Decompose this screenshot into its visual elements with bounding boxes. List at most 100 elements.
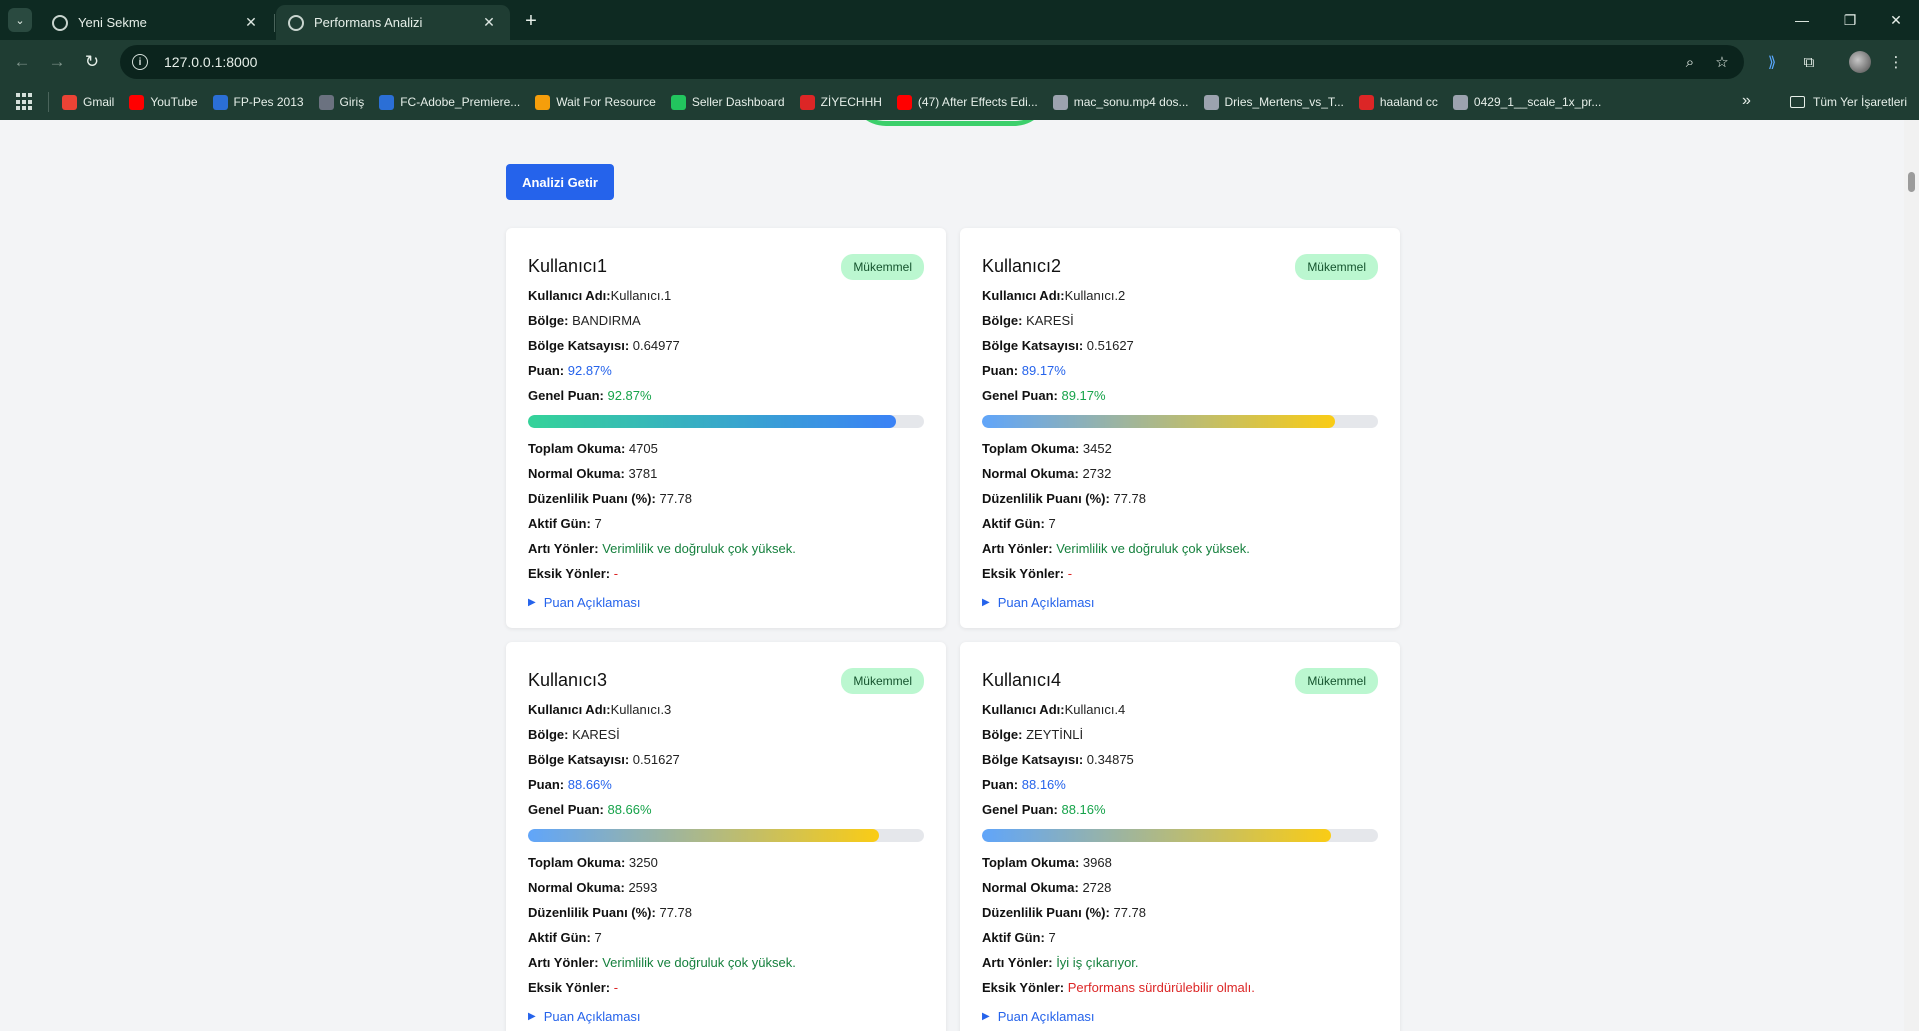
field-label: Toplam Okuma:	[528, 855, 626, 870]
info-row-general-score: Genel Puan: 88.66%	[528, 797, 924, 822]
field-value: 88.66%	[567, 777, 612, 792]
tab-title: Performans Analizi	[314, 15, 423, 30]
close-icon[interactable]: ✕	[242, 14, 260, 32]
page-scrollbar[interactable]	[1904, 120, 1919, 1031]
field-label: Bölge Katsayısı:	[528, 338, 630, 353]
field-label: Eksik Yönler:	[528, 566, 611, 581]
scrollbar-thumb[interactable]	[1908, 172, 1915, 192]
fetch-analysis-button[interactable]: Analizi Getir	[506, 164, 614, 200]
bookmark-label: Gmail	[83, 95, 115, 109]
bookmark-list: Gmail YouTube FP-Pes 2013 Giriş FC-Adobe_Pre…	[62, 84, 1601, 120]
field-label: Kullanıcı Adı:	[528, 288, 611, 303]
info-row-regularity: Düzenlilik Puanı (%): 77.78	[982, 486, 1378, 511]
bookmark-item[interactable]: FP-Pes 2013	[212, 94, 304, 110]
info-row-username: Kullanıcı Adı:Kullanıcı.4	[982, 697, 1378, 722]
bookmark-item[interactable]: Seller Dashboard	[670, 94, 785, 110]
decorative-arc	[850, 120, 1050, 126]
drive-icon	[1052, 94, 1068, 110]
info-row-region: Bölge: KARESİ	[982, 308, 1378, 333]
bookmark-item[interactable]: Dries_Mertens_vs_T...	[1203, 94, 1344, 110]
status-badge: Mükemmel	[1295, 253, 1378, 280]
bookmark-item[interactable]: 0429_1__scale_1x_pr...	[1452, 94, 1601, 110]
site-info-icon[interactable]: i	[132, 54, 148, 70]
field-label: Bölge Katsayısı:	[982, 338, 1084, 353]
score-progress-bar	[528, 415, 924, 428]
info-row-score: Puan: 88.66%	[528, 772, 924, 797]
bookmark-label: Seller Dashboard	[691, 95, 785, 109]
field-value: 3452	[1082, 441, 1112, 456]
score-explanation-toggle[interactable]: ▶ Puan Açıklaması	[982, 590, 1378, 614]
score-explanation-toggle[interactable]: ▶ Puan Açıklaması	[528, 1004, 924, 1028]
field-label: Düzenlilik Puanı (%):	[982, 491, 1110, 506]
bookmark-label: haaland cc	[1379, 95, 1438, 109]
field-value: Verimlilik ve doğruluk çok yüksek.	[602, 955, 796, 970]
bookmark-item[interactable]: Gmail	[62, 94, 115, 110]
apps-grid-icon[interactable]	[16, 93, 34, 111]
seller-icon	[670, 94, 686, 110]
field-label: Eksik Yönler:	[982, 980, 1065, 995]
folder-icon	[1790, 96, 1805, 108]
page-viewport: Analizi Getir Kullanıcı1 Mükemmel Kullanıc…	[0, 120, 1904, 1031]
field-label: Bölge:	[982, 313, 1023, 328]
tab-search-button[interactable]: ⌄	[8, 8, 32, 32]
user-card: Kullanıcı3 Mükemmel Kullanıcı Adı:Kullanıc…	[506, 642, 946, 1031]
user-card: Kullanıcı4 Mükemmel Kullanıcı Adı:Kullanıc…	[960, 642, 1400, 1031]
field-label: Aktif Gün:	[982, 930, 1045, 945]
bookmark-star-icon[interactable]: ☆	[1710, 50, 1734, 74]
card-header: Kullanıcı1 Mükemmel	[528, 228, 924, 283]
close-icon[interactable]: ✕	[480, 14, 498, 32]
score-explanation-toggle[interactable]: ▶ Puan Açıklaması	[528, 590, 924, 614]
triangle-right-icon: ▶	[528, 1010, 536, 1022]
field-label: Bölge Katsayısı:	[528, 752, 630, 767]
field-value: Performans sürdürülebilir olmalı.	[1067, 980, 1255, 995]
restore-icon[interactable]: ❐	[1838, 8, 1862, 32]
info-row-score: Puan: 89.17%	[982, 358, 1378, 383]
address-bar[interactable]: i 127.0.0.1:8000	[120, 45, 1744, 79]
minimize-icon[interactable]: —	[1790, 8, 1814, 32]
back-arrow-icon[interactable]: ←	[10, 50, 34, 74]
tab-performans-analizi[interactable]: Performans Analizi ✕	[276, 5, 510, 40]
field-value: -	[1067, 566, 1073, 581]
field-value: BANDIRMA	[572, 313, 641, 328]
bookmark-item[interactable]: ZİYECHHH	[799, 94, 882, 110]
field-label: Genel Puan:	[982, 802, 1058, 817]
reload-icon[interactable]: ↻	[80, 50, 104, 74]
field-value: Verimlilik ve doğruluk çok yüksek.	[602, 541, 796, 556]
score-explanation-toggle[interactable]: ▶ Puan Açıklaması	[982, 1004, 1378, 1028]
forward-arrow-icon[interactable]: →	[45, 50, 69, 74]
bookmark-item[interactable]: Giriş	[318, 94, 364, 110]
field-value: 77.78	[1113, 905, 1147, 920]
info-row-active-days: Aktif Gün: 7	[528, 925, 924, 950]
field-label: Normal Okuma:	[528, 466, 625, 481]
field-value: ZEYTİNLİ	[1026, 727, 1084, 742]
score-progress-bar	[982, 829, 1378, 842]
bookmark-item[interactable]: haaland cc	[1358, 94, 1438, 110]
bookmark-item[interactable]: (47) After Effects Edi...	[896, 94, 1038, 110]
menu-kebab-icon[interactable]: ⋮	[1884, 50, 1908, 74]
tab-new-tab[interactable]: Yeni Sekme ✕	[40, 5, 272, 40]
score-progress-bar	[528, 829, 924, 842]
field-label: Kullanıcı Adı:	[982, 288, 1065, 303]
all-bookmarks-button[interactable]: Tüm Yer İşaretleri	[1790, 84, 1907, 120]
bookmark-item[interactable]: Wait For Resource	[535, 94, 656, 110]
info-row-region-coef: Bölge Katsayısı: 0.51627	[982, 333, 1378, 358]
bookmark-item[interactable]: FC-Adobe_Premiere...	[379, 94, 520, 110]
all-bookmarks-label: Tüm Yer İşaretleri	[1813, 95, 1908, 109]
info-row-score: Puan: 88.16%	[982, 772, 1378, 797]
cast-icon[interactable]: ⟫	[1760, 50, 1784, 74]
url-text[interactable]: 127.0.0.1:8000	[164, 54, 257, 70]
info-row-active-days: Aktif Gün: 7	[982, 925, 1378, 950]
m-icon	[799, 94, 815, 110]
extensions-icon[interactable]: ⧉	[1797, 50, 1821, 74]
field-value: Kullanıcı.4	[1064, 702, 1126, 717]
bookmark-item[interactable]: YouTube	[129, 94, 198, 110]
bookmark-item[interactable]: mac_sonu.mp4 dos...	[1052, 94, 1189, 110]
info-row-cons: Eksik Yönler: -	[528, 561, 924, 586]
field-label: Artı Yönler:	[528, 541, 599, 556]
progress-fill	[982, 415, 1336, 428]
chevron-right-double-icon[interactable]: »	[1742, 92, 1751, 110]
zoom-icon[interactable]: ⌕	[1678, 50, 1702, 74]
window-close-icon[interactable]: ✕	[1884, 8, 1908, 32]
new-tab-button[interactable]: +	[520, 10, 542, 32]
profile-avatar[interactable]	[1849, 51, 1871, 73]
